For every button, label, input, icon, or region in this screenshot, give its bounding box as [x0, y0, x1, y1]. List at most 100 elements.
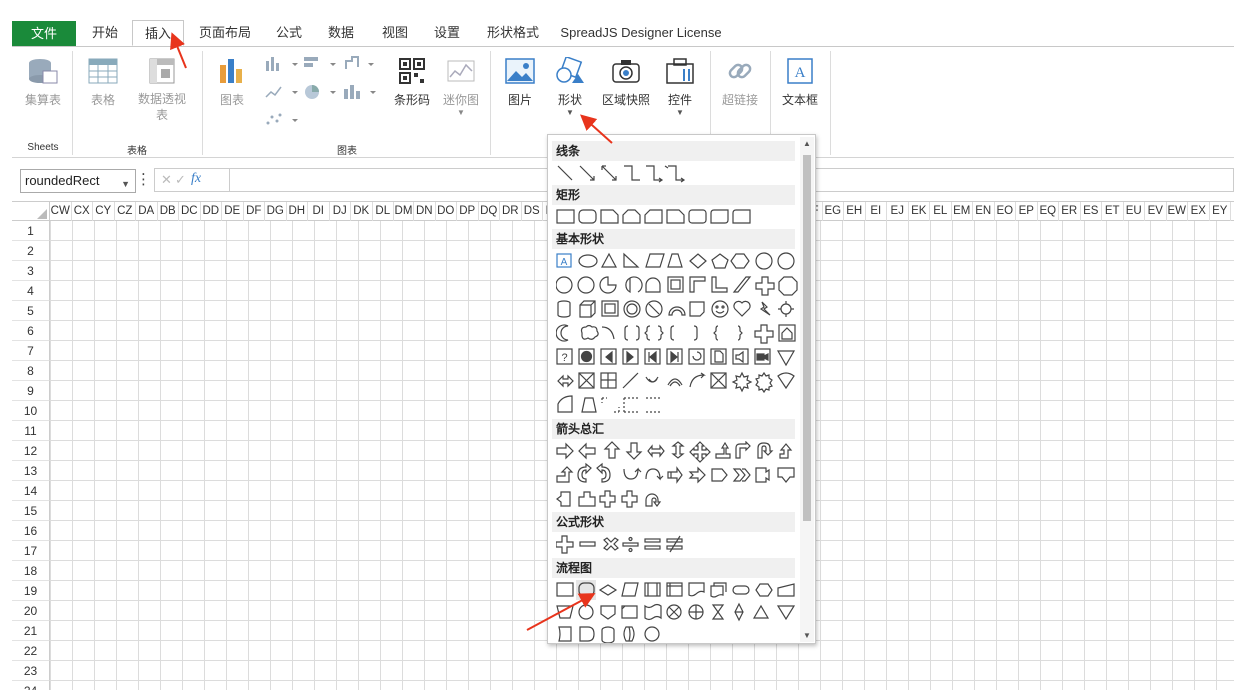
column-header[interactable]: ET [1102, 202, 1124, 221]
row-header[interactable]: 20 [12, 601, 50, 621]
column-header[interactable]: ES [1081, 202, 1102, 221]
row-header[interactable]: 10 [12, 401, 50, 421]
column-header[interactable]: EM [952, 202, 973, 221]
column-header[interactable]: EX [1188, 202, 1210, 221]
column-header[interactable]: DL [373, 202, 394, 221]
column-header[interactable]: EP [1016, 202, 1038, 221]
row-header[interactable]: 18 [12, 561, 50, 581]
row-header[interactable]: 3 [12, 261, 50, 281]
chart-button[interactable]: 图表 [210, 57, 254, 108]
row-header[interactable]: 2 [12, 241, 50, 261]
fx-icon[interactable]: fx [191, 171, 201, 187]
column-header[interactable]: EI [866, 202, 887, 221]
row-header[interactable]: 7 [12, 341, 50, 361]
column-header[interactable]: EQ [1038, 202, 1059, 221]
shape-panel-scrollbar[interactable]: ▲ ▼ [800, 137, 814, 642]
scroll-up-icon[interactable]: ▲ [803, 139, 811, 148]
column-header[interactable]: DC [179, 202, 201, 221]
column-header[interactable]: EH [844, 202, 866, 221]
row-header[interactable]: 23 [12, 661, 50, 681]
row-header[interactable]: 17 [12, 541, 50, 561]
column-header[interactable]: DH [287, 202, 308, 221]
select-all-corner[interactable] [12, 202, 50, 221]
column-header[interactable]: DE [222, 202, 244, 221]
tableset-button[interactable]: 集算表 [20, 57, 66, 108]
column-header[interactable]: DP [457, 202, 479, 221]
column-header[interactable]: DF [244, 202, 265, 221]
row-header[interactable]: 22 [12, 641, 50, 661]
more-options-icon[interactable]: ⋮ [136, 170, 151, 188]
textbox-button[interactable]: A 文本框 [778, 57, 822, 108]
column-header[interactable]: DJ [330, 202, 351, 221]
column-header[interactable]: CX [72, 202, 93, 221]
column-header[interactable]: DB [158, 202, 179, 221]
row-header[interactable]: 24 [12, 681, 50, 690]
tab-home[interactable]: 开始 [80, 20, 130, 46]
sparkline-button[interactable]: 迷你图 ▼ [440, 57, 482, 117]
column-header[interactable]: DQ [479, 202, 500, 221]
row-header[interactable]: 4 [12, 281, 50, 301]
tab-data[interactable]: 数据 [318, 20, 364, 46]
scroll-thumb[interactable] [803, 155, 811, 521]
row-header[interactable]: 6 [12, 321, 50, 341]
lines-shape-row[interactable] [556, 163, 686, 185]
column-header[interactable]: DS [522, 202, 543, 221]
row-header[interactable]: 1 [12, 221, 50, 241]
row-header[interactable]: 14 [12, 481, 50, 501]
tab-page-layout[interactable]: 页面布局 [190, 20, 260, 46]
column-chart-dropdown[interactable] [264, 55, 304, 73]
block-arrows-grid[interactable] [556, 441, 802, 509]
row-header[interactable]: 12 [12, 441, 50, 461]
pie-chart-dropdown[interactable] [302, 83, 342, 101]
tab-license[interactable]: SpreadJS Designer License [557, 20, 725, 46]
cancel-icon[interactable]: ✕ [161, 172, 172, 188]
row-header[interactable]: 8 [12, 361, 50, 381]
column-header[interactable]: EW [1167, 202, 1188, 221]
column-header[interactable]: CW [50, 202, 72, 221]
column-header[interactable]: EO [995, 202, 1016, 221]
bar-chart-dropdown[interactable] [302, 55, 342, 73]
column-header[interactable]: EV [1145, 202, 1167, 221]
control-button[interactable]: 控件 ▼ [658, 57, 702, 117]
column-header[interactable]: EN [973, 202, 995, 221]
column-header[interactable]: DD [201, 202, 222, 221]
tab-shape-format[interactable]: 形状格式 [478, 20, 548, 46]
column-header[interactable]: EJ [887, 202, 909, 221]
tab-view[interactable]: 视图 [370, 20, 420, 46]
column-header[interactable]: DK [351, 202, 373, 221]
snapshot-button[interactable]: 区域快照 [600, 57, 652, 108]
column-header[interactable]: EY [1210, 202, 1231, 221]
row-header[interactable]: 9 [12, 381, 50, 401]
column-header[interactable]: DA [136, 202, 158, 221]
tab-insert[interactable]: 插入 [132, 20, 184, 46]
pivot-table-button[interactable]: 数据透视表 [134, 57, 190, 123]
rectangle-shape-row[interactable] [556, 207, 756, 229]
row-header[interactable]: 15 [12, 501, 50, 521]
column-header[interactable]: DO [436, 202, 457, 221]
column-header[interactable]: DN [414, 202, 436, 221]
column-header[interactable]: DG [265, 202, 287, 221]
column-header[interactable]: EG [823, 202, 844, 221]
shape-button[interactable]: 形状 ▼ [548, 57, 592, 117]
row-header[interactable]: 21 [12, 621, 50, 641]
column-header[interactable]: DI [308, 202, 330, 221]
column-header[interactable]: EU [1124, 202, 1145, 221]
name-box[interactable]: roundedRect ▼ [20, 169, 136, 193]
stat-chart-dropdown[interactable] [342, 83, 382, 101]
row-header[interactable]: 16 [12, 521, 50, 541]
column-header[interactable]: CY [93, 202, 115, 221]
table-button[interactable]: 表格 [82, 57, 124, 108]
row-header[interactable]: 13 [12, 461, 50, 481]
column-header[interactable]: EK [909, 202, 930, 221]
equation-shapes-row[interactable] [556, 534, 696, 556]
picture-button[interactable]: 图片 [500, 57, 540, 108]
basic-shapes-grid[interactable]: A ? [556, 251, 802, 421]
tab-file[interactable]: 文件 [12, 21, 76, 46]
tab-formula[interactable]: 公式 [266, 20, 312, 46]
row-header[interactable]: 19 [12, 581, 50, 601]
scroll-down-icon[interactable]: ▼ [803, 631, 811, 640]
column-header[interactable]: EL [930, 202, 952, 221]
column-header[interactable]: DM [394, 202, 414, 221]
hierarchy-chart-dropdown[interactable] [342, 55, 382, 73]
chevron-down-icon[interactable]: ▼ [121, 173, 130, 195]
